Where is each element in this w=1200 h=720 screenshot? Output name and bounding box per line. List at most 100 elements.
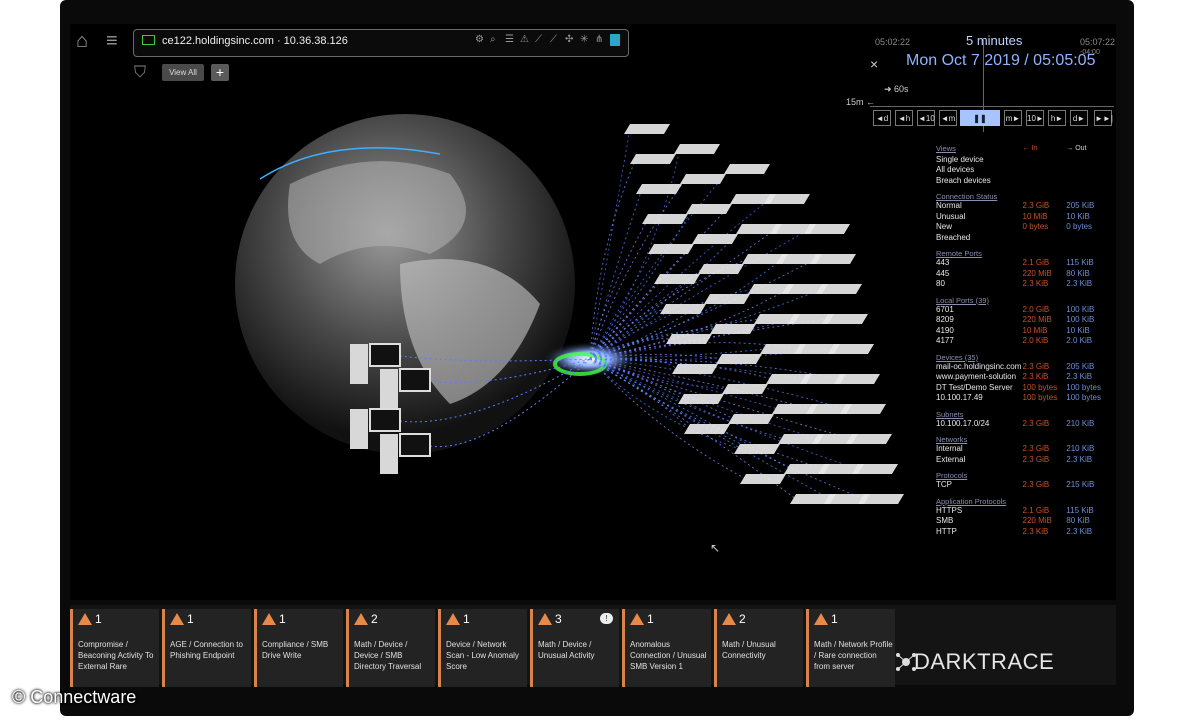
breach-alert-card[interactable]: 1 Compromise / Beaconing Activity To Exte…	[70, 609, 159, 687]
stats-row[interactable]: HTTPS 2.1 GiB 115 KiB	[936, 506, 1116, 517]
device-node[interactable]	[710, 324, 756, 334]
device-node[interactable]	[716, 354, 762, 364]
monitor-node[interactable]	[369, 343, 401, 367]
playback-button[interactable]: ►►|	[1094, 110, 1113, 126]
view-option[interactable]: Breach devices	[936, 176, 1023, 187]
stats-row[interactable]: 10.100.17.49 100 bytes 100 bytes	[936, 393, 1116, 404]
playback-button[interactable]: d►	[1070, 110, 1088, 126]
monitor-node[interactable]	[399, 368, 431, 392]
breach-alert-card[interactable]: 2 Math / Unusual Connectivity	[714, 609, 803, 687]
device-node[interactable]	[686, 204, 732, 214]
stats-row[interactable]: 6701 2.0 GiB 100 KiB	[936, 305, 1116, 316]
stats-row[interactable]: Breached	[936, 233, 1116, 244]
stats-row[interactable]: 4177 2.0 KiB 2.0 KiB	[936, 336, 1116, 347]
stats-row[interactable]: DT Test/Demo Server 100 bytes 100 bytes	[936, 383, 1116, 394]
stats-row[interactable]: HTTP 2.3 KiB 2.3 KiB	[936, 527, 1116, 538]
device-node[interactable]	[680, 174, 726, 184]
device-node[interactable]	[810, 254, 856, 264]
home-icon[interactable]: ⌂	[76, 30, 88, 53]
server-tower[interactable]	[350, 409, 368, 449]
device-node[interactable]	[636, 184, 682, 194]
device-node[interactable]	[704, 294, 750, 304]
stats-row[interactable]: mail-oc.holdingsinc.com 2.3 GiB 205 KiB	[936, 362, 1116, 373]
device-node[interactable]	[816, 284, 862, 294]
stats-row[interactable]: TCP 2.3 GiB 215 KiB	[936, 480, 1116, 491]
pause-button[interactable]: ❚❚	[960, 110, 1000, 126]
playback-button[interactable]: ◄m	[939, 110, 957, 126]
device-node[interactable]	[698, 264, 744, 274]
device-node[interactable]	[684, 424, 730, 434]
playback-button[interactable]: ◄h	[895, 110, 913, 126]
stats-row[interactable]: External 2.3 GiB 2.3 KiB	[936, 455, 1116, 466]
device-node[interactable]	[660, 304, 706, 314]
device-search-bar[interactable]: ce122.holdingsinc.com · 10.36.38.126 ⚙ ⌕…	[133, 29, 629, 57]
hierarchy-icon[interactable]: ⋔	[595, 34, 605, 46]
stats-row[interactable]: Normal 2.3 GiB 205 KiB	[936, 201, 1116, 212]
breach-alert-card[interactable]: 2 Math / Device / Device / SMB Directory …	[346, 609, 435, 687]
device-node[interactable]	[804, 224, 850, 234]
monitor-node[interactable]	[399, 433, 431, 457]
device-node[interactable]	[740, 474, 786, 484]
view-option[interactable]: All devices	[936, 165, 1023, 176]
device-node[interactable]	[764, 194, 810, 204]
device-node[interactable]	[692, 234, 738, 244]
stats-row[interactable]: 4190 10 MiB 10 KiB	[936, 326, 1116, 337]
device-node[interactable]	[642, 214, 688, 224]
device-node[interactable]	[852, 464, 898, 474]
playback-button[interactable]: ◄d	[873, 110, 891, 126]
stats-row[interactable]: Unusual 10 MiB 10 KiB	[936, 212, 1116, 223]
stats-row[interactable]: 445 220 MiB 80 KiB	[936, 269, 1116, 280]
device-node[interactable]	[722, 384, 768, 394]
device-node[interactable]	[674, 144, 720, 154]
playback-button[interactable]: ◄10	[917, 110, 935, 126]
breach-alert-card[interactable]: 1 Device / Network Scan - Low Anomaly Sco…	[438, 609, 527, 687]
breach-alert-card[interactable]: 1 Anomalous Connection / Unusual SMB Vers…	[622, 609, 711, 687]
tools-icon[interactable]: ✣	[565, 34, 575, 46]
device-node[interactable]	[834, 374, 880, 384]
close-icon[interactable]: ×	[870, 56, 878, 72]
hamburger-icon[interactable]: ≡	[106, 30, 118, 53]
warning-icon[interactable]: ⚠	[520, 34, 530, 46]
stats-row[interactable]: www.payment-solution 2.3 KiB 2.3 KiB	[936, 372, 1116, 383]
stats-row[interactable]: SMB 220 MiB 80 KiB	[936, 516, 1116, 527]
device-node[interactable]	[828, 344, 874, 354]
breach-alert-card[interactable]: 1 AGE / Connection to Phishing Endpoint	[162, 609, 251, 687]
stats-row[interactable]: Internal 2.3 GiB 210 KiB	[936, 444, 1116, 455]
server-tower[interactable]	[380, 434, 398, 474]
device-node[interactable]	[724, 164, 770, 174]
stats-row[interactable]: 8209 220 MiB 100 KiB	[936, 315, 1116, 326]
device-node[interactable]	[678, 394, 724, 404]
search-icon[interactable]: ⌕	[490, 34, 500, 46]
device-node[interactable]	[666, 334, 712, 344]
stats-row[interactable]: 443 2.1 GiB 115 KiB	[936, 258, 1116, 269]
monitor-node[interactable]	[369, 408, 401, 432]
list-icon[interactable]: ☰	[505, 34, 515, 46]
playback-button[interactable]: m►	[1004, 110, 1022, 126]
view-option[interactable]: Single device	[936, 155, 1023, 166]
device-node[interactable]	[728, 414, 774, 424]
device-node[interactable]	[846, 434, 892, 444]
playback-button[interactable]: 10►	[1026, 110, 1044, 126]
breach-alert-card[interactable]: 1 Compliance / SMB Drive Write	[254, 609, 343, 687]
view-all-button[interactable]: View All	[162, 64, 204, 81]
server-tower[interactable]	[350, 344, 368, 384]
stats-row[interactable]: 80 2.3 KiB 2.3 KiB	[936, 279, 1116, 290]
device-node[interactable]	[672, 364, 718, 374]
timeline-track[interactable]	[870, 106, 1114, 107]
network-icon[interactable]: ✳	[580, 34, 590, 46]
device-node[interactable]	[624, 124, 670, 134]
stats-row[interactable]: New 0 bytes 0 bytes	[936, 222, 1116, 233]
wand-icon[interactable]: ⟋	[535, 34, 545, 46]
device-node[interactable]	[648, 244, 694, 254]
device-node[interactable]	[654, 274, 700, 284]
chart-icon[interactable]: ⟋	[550, 34, 560, 46]
add-button[interactable]: +	[211, 64, 229, 81]
breach-alert-card[interactable]: 1 Math / Network Profile / Rare connectio…	[806, 609, 895, 687]
settings-icon[interactable]: ⚙	[475, 34, 485, 46]
playback-button[interactable]: h►	[1048, 110, 1066, 126]
stats-row[interactable]: 10.100.17.0/24 2.3 GiB 210 KiB	[936, 419, 1116, 430]
device-node[interactable]	[630, 154, 676, 164]
device-node[interactable]	[734, 444, 780, 454]
device-node[interactable]	[858, 494, 904, 504]
panel-icon[interactable]	[610, 34, 620, 46]
